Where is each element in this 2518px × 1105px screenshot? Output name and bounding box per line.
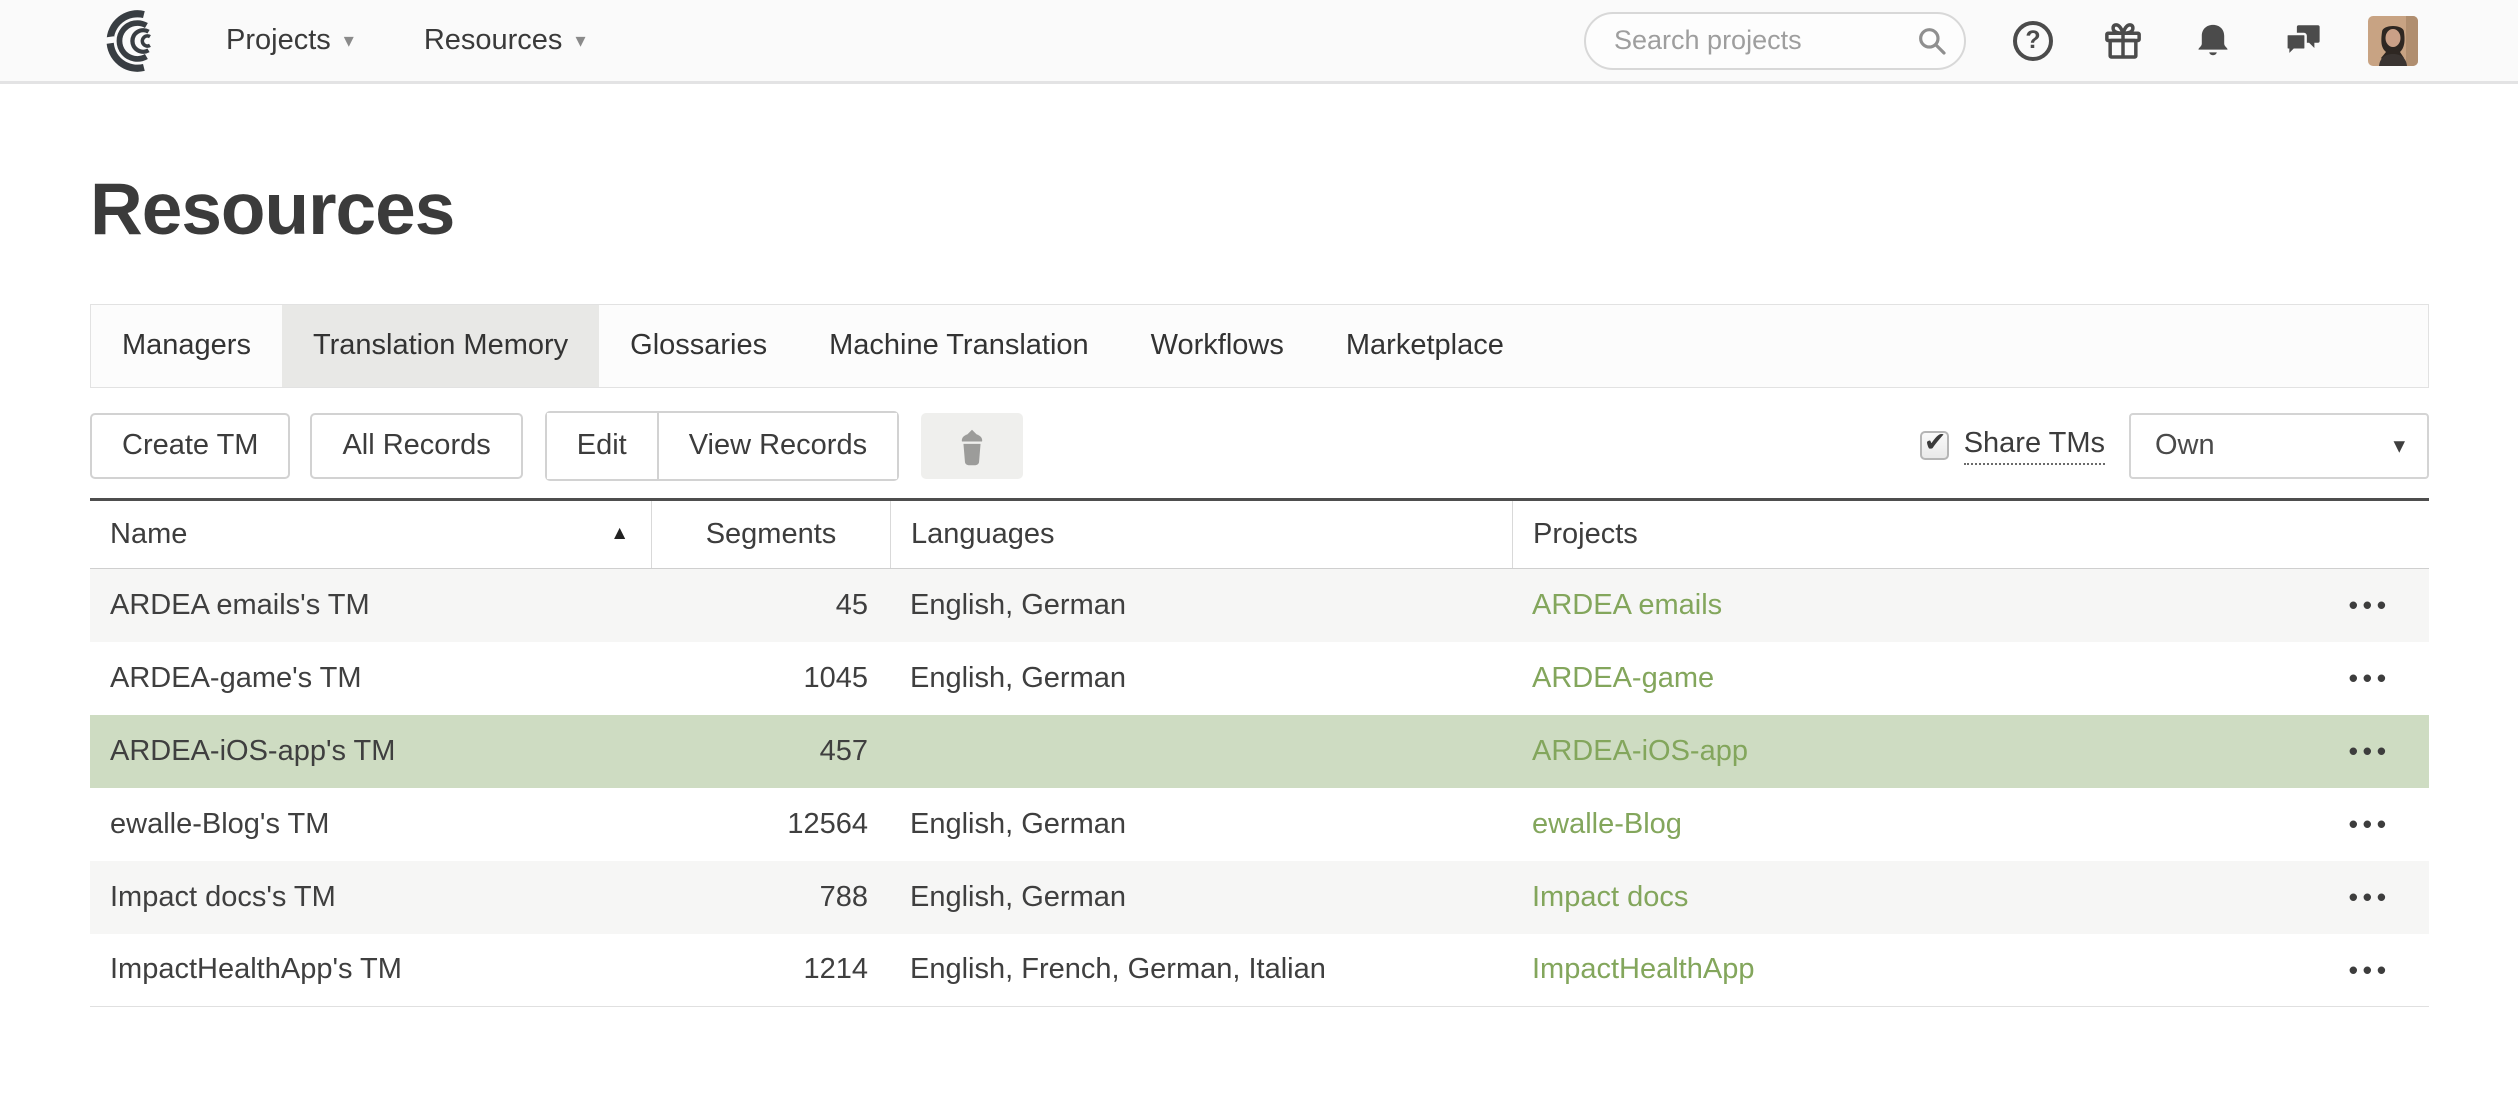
table-row[interactable]: ImpactHealthApp's TM 1214 English, Frenc… bbox=[90, 934, 2429, 1007]
tm-name: ImpactHealthApp's TM bbox=[90, 934, 651, 1006]
sort-ascending-icon: ▲ bbox=[610, 523, 629, 545]
search-input[interactable] bbox=[1614, 25, 1916, 56]
tm-segments: 788 bbox=[651, 861, 890, 934]
table-row[interactable]: ewalle-Blog's TM 12564 English, German e… bbox=[90, 788, 2429, 861]
tab-workflows[interactable]: Workflows bbox=[1120, 305, 1315, 387]
row-menu-ellipsis-icon[interactable]: ••• bbox=[2349, 957, 2391, 983]
search-icon[interactable] bbox=[1916, 25, 1948, 57]
trash-icon bbox=[954, 425, 990, 467]
chevron-down-icon: ▾ bbox=[2393, 434, 2405, 457]
ownership-filter-value: Own bbox=[2155, 429, 2215, 462]
row-menu-ellipsis-icon[interactable]: ••• bbox=[2349, 592, 2391, 618]
project-link[interactable]: ARDEA emails bbox=[1532, 589, 1722, 622]
tm-languages: English, German bbox=[890, 642, 1512, 715]
project-link[interactable]: ewalle-Blog bbox=[1532, 808, 1682, 841]
notifications-button[interactable] bbox=[2190, 18, 2236, 64]
row-menu-ellipsis-icon[interactable]: ••• bbox=[2349, 884, 2391, 910]
table-row[interactable]: ARDEA emails's TM 45 English, German ARD… bbox=[90, 569, 2429, 642]
tab-machine-translation[interactable]: Machine Translation bbox=[798, 305, 1120, 387]
project-link[interactable]: ARDEA-iOS-app bbox=[1532, 735, 1748, 768]
row-menu-ellipsis-icon[interactable]: ••• bbox=[2349, 811, 2391, 837]
tm-languages: English, German bbox=[890, 569, 1512, 642]
checkmark-icon: ✔ bbox=[1924, 427, 1947, 458]
delete-tm-button[interactable] bbox=[921, 413, 1023, 479]
table-row-selected[interactable]: ARDEA-iOS-app's TM 457 ARDEA-iOS-app ••• bbox=[90, 715, 2429, 788]
main-content: Resources Managers Translation Memory Gl… bbox=[0, 168, 2518, 1007]
tm-languages: English, French, German, Italian bbox=[890, 934, 1512, 1006]
ownership-filter-dropdown[interactable]: Own ▾ bbox=[2129, 413, 2429, 479]
tm-name: Impact docs's TM bbox=[90, 861, 651, 934]
tm-toolbar: Create TM All Records Edit View Records … bbox=[90, 411, 2429, 481]
nav-menu-resources-label: Resources bbox=[424, 24, 563, 57]
question-circle-icon: ? bbox=[2013, 21, 2053, 61]
nav-menu-projects[interactable]: Projects ▾ bbox=[226, 24, 354, 57]
tm-segments: 1214 bbox=[651, 934, 890, 1006]
project-link[interactable]: ARDEA-game bbox=[1532, 662, 1714, 695]
tm-languages bbox=[890, 715, 1512, 788]
chevron-down-icon: ▾ bbox=[575, 31, 585, 51]
tm-segments: 12564 bbox=[651, 788, 890, 861]
table-header-row: Name ▲ Segments Languages Projects bbox=[90, 498, 2429, 569]
help-button[interactable]: ? bbox=[2010, 18, 2056, 64]
column-header-segments[interactable]: Segments bbox=[651, 501, 890, 568]
tm-name: ARDEA emails's TM bbox=[90, 569, 651, 642]
crowdin-logo-icon[interactable] bbox=[93, 5, 181, 77]
create-tm-button[interactable]: Create TM bbox=[90, 413, 290, 479]
bell-icon bbox=[2192, 20, 2234, 62]
column-header-projects[interactable]: Projects bbox=[1512, 501, 2429, 568]
nav-menu-projects-label: Projects bbox=[226, 24, 331, 57]
chevron-down-icon: ▾ bbox=[344, 31, 354, 51]
table-row[interactable]: ARDEA-game's TM 1045 English, German ARD… bbox=[90, 642, 2429, 715]
share-tms-label[interactable]: Share TMs bbox=[1964, 427, 2105, 465]
tm-name: ARDEA-game's TM bbox=[90, 642, 651, 715]
messages-button[interactable] bbox=[2280, 18, 2326, 64]
resources-tab-bar: Managers Translation Memory Glossaries M… bbox=[90, 304, 2429, 388]
tab-glossaries[interactable]: Glossaries bbox=[599, 305, 798, 387]
view-records-button[interactable]: View Records bbox=[657, 413, 897, 479]
share-tms-checkbox[interactable]: ✔ bbox=[1920, 431, 1949, 460]
column-header-languages[interactable]: Languages bbox=[890, 501, 1512, 568]
tm-segments: 45 bbox=[651, 569, 890, 642]
gift-button[interactable] bbox=[2100, 18, 2146, 64]
project-link[interactable]: Impact docs bbox=[1532, 881, 1688, 914]
edit-button[interactable]: Edit bbox=[547, 413, 657, 479]
tm-filter-controls: ✔ Share TMs Own ▾ bbox=[1920, 413, 2429, 479]
all-records-button[interactable]: All Records bbox=[310, 413, 522, 479]
gift-icon bbox=[2101, 19, 2145, 63]
top-navigation-bar: Projects ▾ Resources ▾ ? bbox=[0, 0, 2518, 84]
records-button-group: Edit View Records bbox=[545, 411, 899, 481]
translation-memory-table: Name ▲ Segments Languages Projects ARDEA… bbox=[90, 498, 2429, 1007]
table-row[interactable]: Impact docs's TM 788 English, German Imp… bbox=[90, 861, 2429, 934]
tm-segments: 1045 bbox=[651, 642, 890, 715]
column-header-name[interactable]: Name ▲ bbox=[90, 501, 651, 568]
chat-bubbles-icon bbox=[2282, 20, 2324, 62]
row-menu-ellipsis-icon[interactable]: ••• bbox=[2349, 665, 2391, 691]
tm-name: ARDEA-iOS-app's TM bbox=[90, 715, 651, 788]
tm-name: ewalle-Blog's TM bbox=[90, 788, 651, 861]
project-link[interactable]: ImpactHealthApp bbox=[1532, 953, 1754, 986]
user-avatar[interactable] bbox=[2368, 16, 2418, 66]
project-search-box bbox=[1584, 12, 1966, 70]
tm-languages: English, German bbox=[890, 788, 1512, 861]
tab-marketplace[interactable]: Marketplace bbox=[1315, 305, 1535, 387]
page-title: Resources bbox=[90, 168, 2429, 252]
tm-segments: 457 bbox=[651, 715, 890, 788]
tm-languages: English, German bbox=[890, 861, 1512, 934]
tab-translation-memory[interactable]: Translation Memory bbox=[282, 305, 599, 387]
row-menu-ellipsis-icon[interactable]: ••• bbox=[2349, 738, 2391, 764]
nav-menu-resources[interactable]: Resources ▾ bbox=[424, 24, 586, 57]
tab-managers[interactable]: Managers bbox=[91, 305, 282, 387]
